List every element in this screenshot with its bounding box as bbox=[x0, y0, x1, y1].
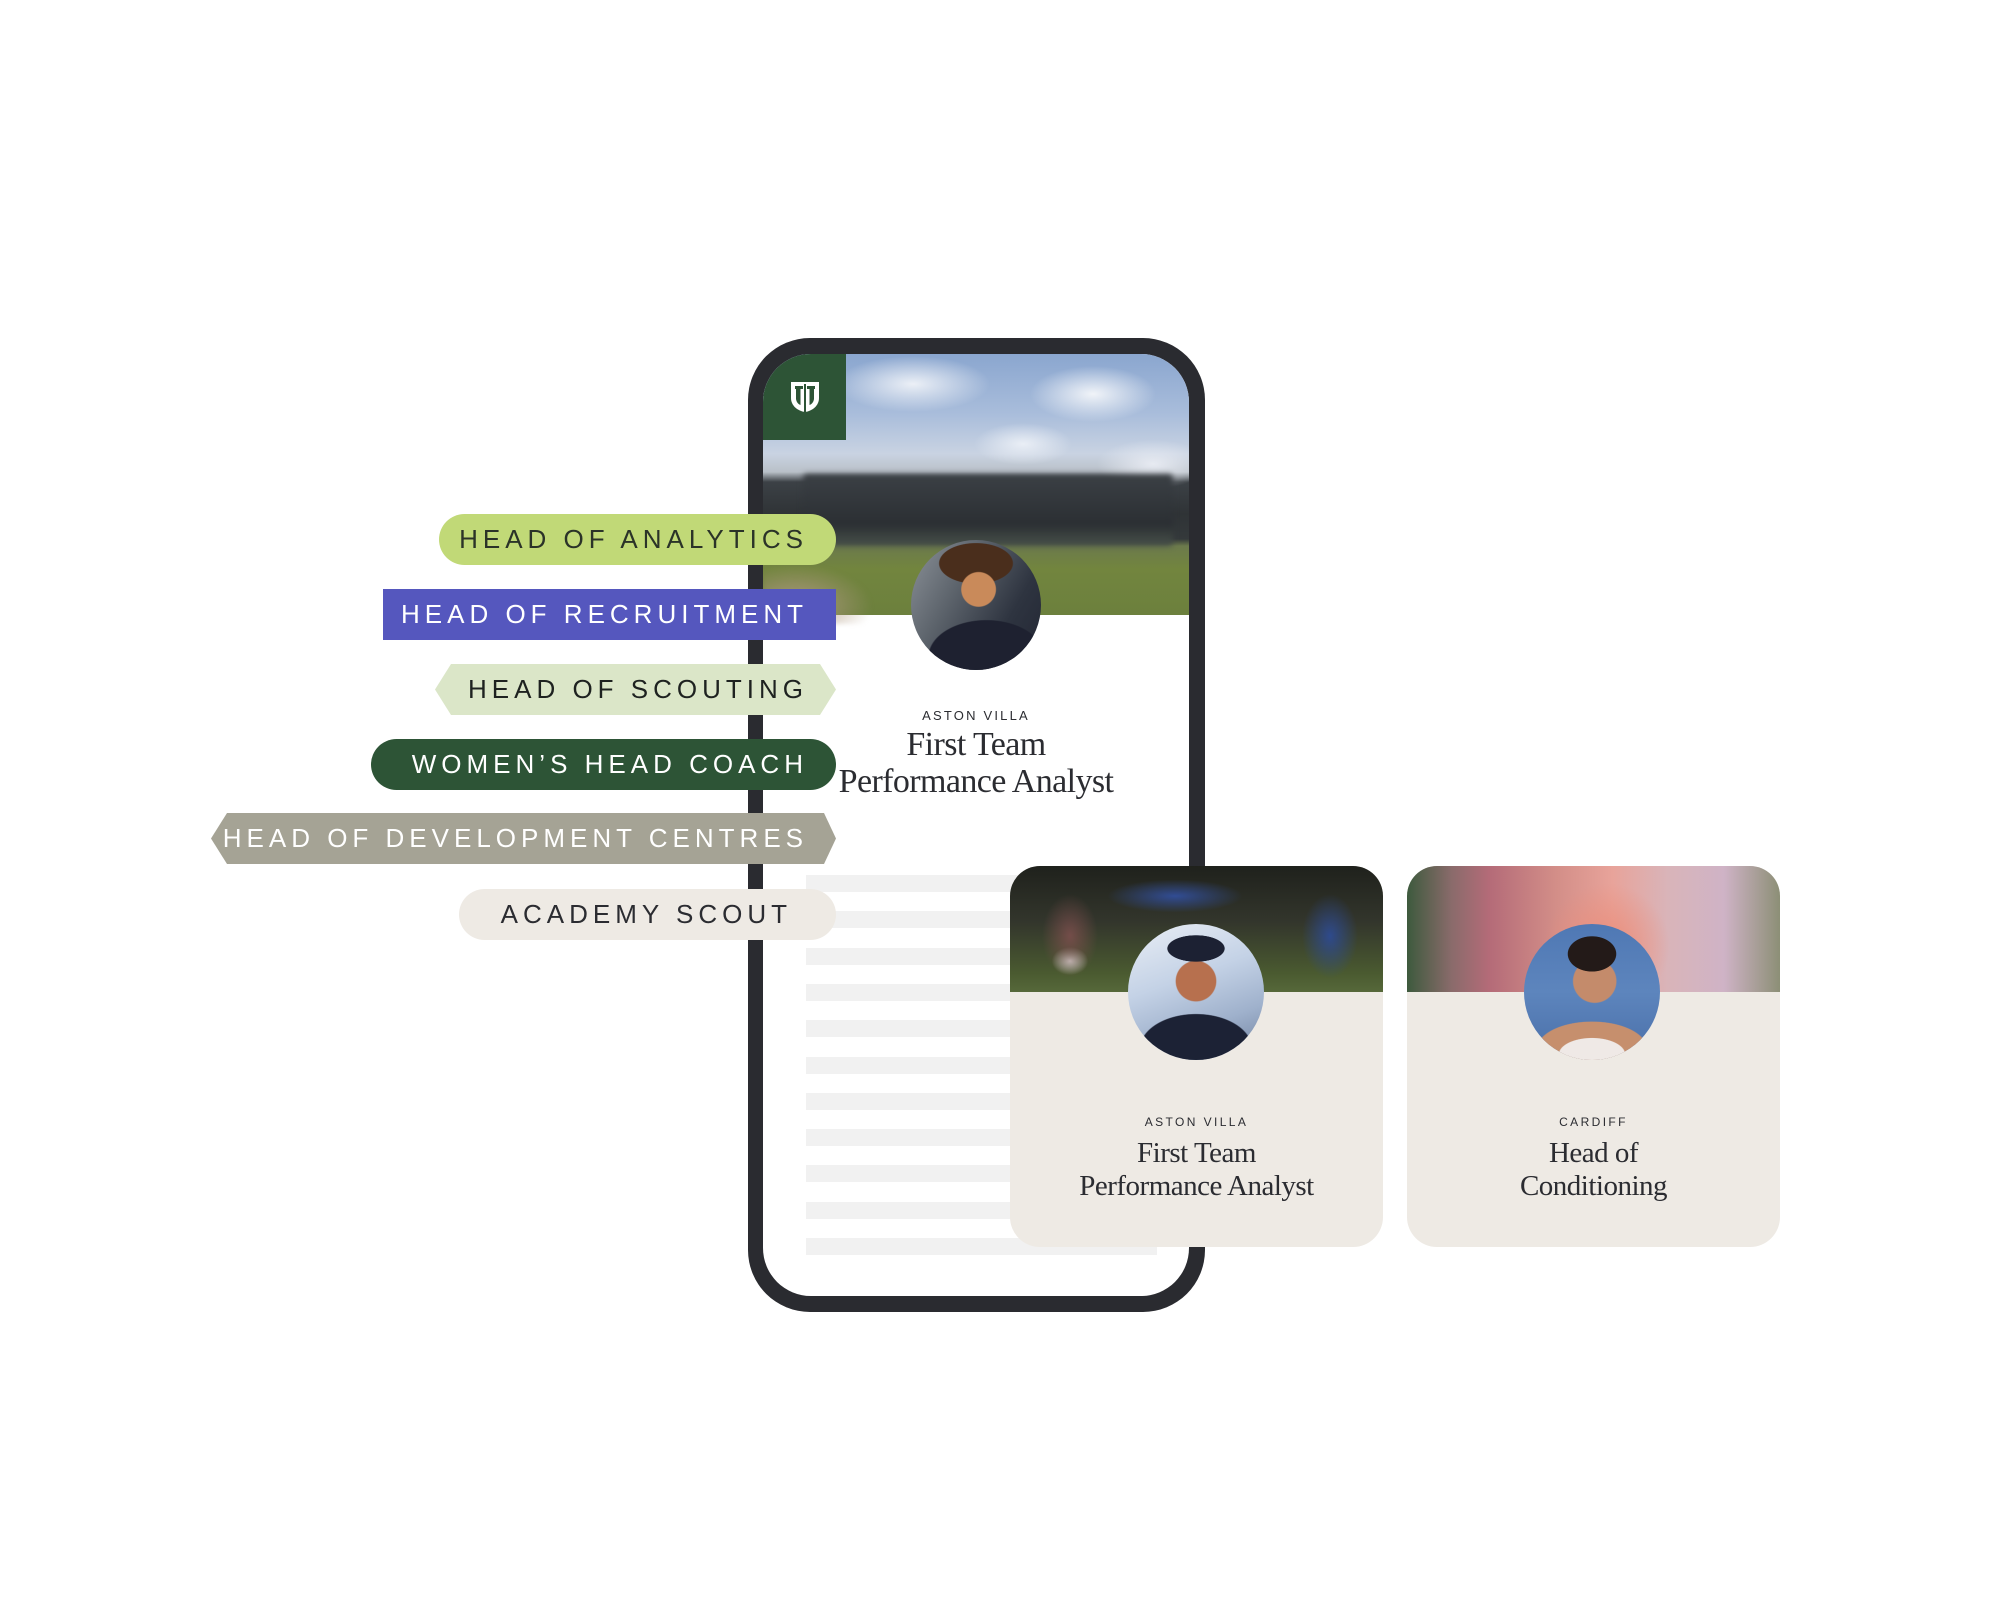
job-tag-label: HEAD OF SCOUTING bbox=[467, 674, 808, 704]
person-photo bbox=[911, 540, 1041, 670]
featured-job-avatar[interactable] bbox=[911, 540, 1041, 670]
job-card-club: CARDIFF bbox=[1559, 1115, 1628, 1129]
job-tag-head-of-analytics[interactable]: HEAD OF ANALYTICS bbox=[439, 514, 836, 565]
job-tag-head-of-recruitment[interactable]: HEAD OF RECRUITMENT bbox=[383, 589, 836, 640]
job-card-title-line2: Conditioning bbox=[1519, 1170, 1668, 1202]
job-card-title-line1: Head of bbox=[1548, 1137, 1639, 1169]
job-card-title-line2: Performance Analyst bbox=[1079, 1170, 1314, 1202]
job-card-club: ASTON VILLA bbox=[1144, 1115, 1249, 1129]
brand-logo[interactable] bbox=[763, 354, 846, 440]
job-tag-label: HEAD OF ANALYTICS bbox=[459, 524, 808, 554]
job-card-avatar bbox=[1128, 924, 1264, 1060]
featured-job-club: ASTON VILLA bbox=[922, 708, 1030, 723]
job-tag-label: ACADEMY SCOUT bbox=[500, 899, 792, 929]
job-card[interactable]: ASTON VILLA First Team Performance Analy… bbox=[1010, 866, 1383, 1247]
job-card-title: First Team Performance Analyst bbox=[1010, 1137, 1383, 1203]
job-tag-label: WOMEN’S HEAD COACH bbox=[411, 749, 808, 779]
job-tag-head-of-development-centres[interactable]: HEAD OF DEVELOPMENT CENTRES bbox=[211, 813, 836, 864]
stadium-stand bbox=[803, 474, 1173, 546]
shield-monogram-icon bbox=[790, 382, 819, 412]
job-card-title-line1: First Team bbox=[1137, 1137, 1256, 1169]
job-tag-label: HEAD OF RECRUITMENT bbox=[401, 599, 808, 629]
job-card-avatar bbox=[1524, 924, 1660, 1060]
person-photo bbox=[1524, 924, 1660, 1060]
job-tag-head-of-scouting[interactable]: HEAD OF SCOUTING bbox=[435, 664, 836, 715]
job-card[interactable]: CARDIFF Head of Conditioning bbox=[1407, 866, 1780, 1247]
job-tag-womens-head-coach[interactable]: WOMEN’S HEAD COACH bbox=[371, 739, 836, 790]
job-tag-label: HEAD OF DEVELOPMENT CENTRES bbox=[222, 823, 808, 853]
job-tag-academy-scout[interactable]: ACADEMY SCOUT bbox=[459, 889, 836, 940]
person-photo bbox=[1128, 924, 1264, 1060]
job-card-title: Head of Conditioning bbox=[1407, 1137, 1780, 1203]
